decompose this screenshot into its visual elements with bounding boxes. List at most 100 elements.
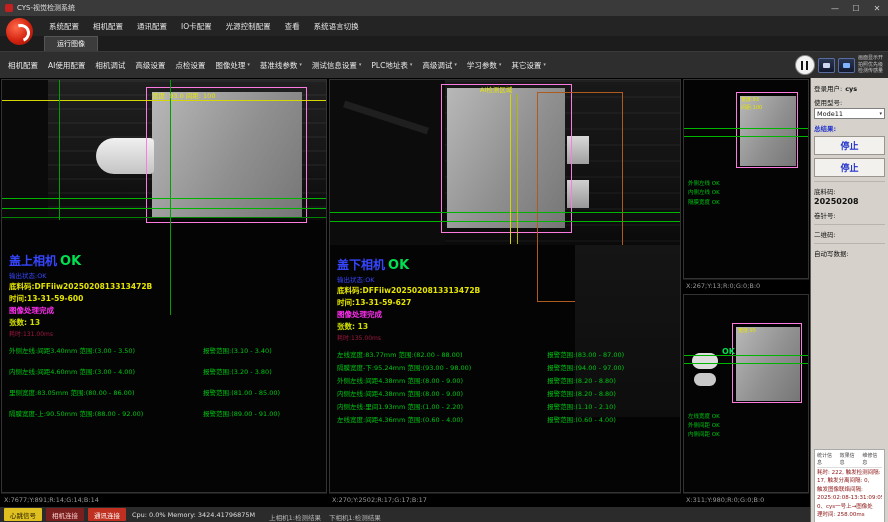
- camera-result-texts: 上相机1:检测结果下相机1:检测结果: [261, 505, 381, 522]
- thumb-roi-labels: 宽度:95: [738, 328, 756, 336]
- menu-item-1[interactable]: 系统配置: [42, 19, 86, 34]
- login-user-label: 登录用户:: [814, 83, 842, 93]
- stats-panel: 统计信息效果信息维修信息 耗时: 222, 触发检测间隔:17, 触发分离间隔:…: [814, 449, 885, 522]
- process-status: 图像处理完成: [9, 305, 322, 316]
- thumb-result-line: 内侧左线 OK: [688, 189, 720, 198]
- dropdown-arrow-icon: ▾: [499, 62, 502, 68]
- chevron-down-icon: ▾: [879, 111, 882, 117]
- thumb-result-line: 左线宽度 OK: [688, 413, 720, 422]
- views-row: 宽度: 93.0 间距: 100 盖上相机 OK 输出状态:OK 底料码:DFF…: [0, 78, 810, 506]
- toolbar-item-10[interactable]: 高级调试▾: [417, 58, 462, 73]
- tab-run-image[interactable]: 运行图像: [44, 36, 98, 51]
- dropdown-arrow-icon: ▾: [299, 62, 302, 68]
- roi-label-lower: AI检测区域: [480, 84, 512, 94]
- status-badges: 心跳信号相机连接通讯连接: [4, 508, 126, 521]
- toolbar-items: 相机配置AI使用配置相机调试高级设置点检设置图像处理▾基准线参数▾测试信息设置▾…: [3, 58, 551, 73]
- stats-line: 0、cys一号上→图像处: [817, 503, 882, 512]
- measurement-row: 左线宽度:83.77mm 范围:(82.00 - 88.00)报警范围:(83.…: [337, 349, 676, 359]
- model-select-value: Mode11: [817, 110, 843, 118]
- model-select[interactable]: Mode11 ▾: [814, 108, 885, 119]
- toolbar-item-5[interactable]: 点检设置: [170, 58, 210, 73]
- app-window: CYS-视觉检测系统 —☐✕ 系统配置相机配置通讯配置IO卡配置光源控制配置查看…: [0, 0, 888, 522]
- camera-view-button-2[interactable]: [838, 58, 855, 73]
- camera-result-text: 上相机1:检测结果: [269, 514, 321, 522]
- stats-tab-1[interactable]: 统计信息: [817, 452, 837, 466]
- measure-line-green: [330, 212, 680, 213]
- measurement-row: 外侧左线:间距4.38mm 范围:(8.00 - 9.00)报警范围:(8.20…: [337, 375, 676, 385]
- pause-icon: [801, 61, 808, 70]
- frame-count: 张数: 13: [337, 321, 676, 332]
- pixel-readout-thumb-top: X:267;Y:13;R:0;G:0;B:0: [683, 279, 809, 292]
- toolbar-item-8[interactable]: 测试信息设置▾: [307, 58, 367, 73]
- status-bar: 心跳信号相机连接通讯连接 Cpu: 0.0% Memory: 3424.4179…: [0, 506, 810, 522]
- alarm-range: 报警范围:(89.00 - 91.00): [203, 408, 322, 418]
- stats-line: 触发图像联络间隔:: [817, 486, 882, 495]
- measurement-value: 里侧宽度:83.05mm 范围:(80.00 - 86.00): [9, 387, 203, 397]
- pause-button[interactable]: [795, 55, 815, 75]
- camera-image-upper[interactable]: 宽度: 93.0 间距: 100 盖上相机 OK 输出状态:OK 底料码:DFF…: [1, 79, 327, 493]
- measurement-value: 左线宽度:83.77mm 范围:(82.00 - 88.00): [337, 349, 547, 359]
- total-result-label: 总结果:: [814, 123, 885, 133]
- dropdown-arrow-icon: ▾: [410, 62, 413, 68]
- toolbar: 相机配置AI使用配置相机调试高级设置点检设置图像处理▾基准线参数▾测试信息设置▾…: [0, 52, 888, 78]
- stats-tab-3[interactable]: 维修信息: [862, 452, 882, 466]
- divider: [814, 243, 885, 244]
- measure-line-green: [684, 355, 808, 356]
- thumb-ok-text: OK: [722, 347, 735, 356]
- stats-tab-2[interactable]: 效果信息: [840, 452, 860, 466]
- camera-result-ok: OK: [60, 254, 81, 269]
- maximize-button[interactable]: ☐: [850, 4, 862, 13]
- batch-code-label: 底料码:: [814, 186, 885, 196]
- status-badge: 通讯连接: [88, 508, 126, 521]
- divider: [814, 181, 885, 182]
- window-controls: — ☐ ✕: [829, 4, 883, 13]
- toolbar-item-4[interactable]: 高级设置: [130, 58, 170, 73]
- pixel-readout-thumb-bottom: X:311;Y:980;R:0;G:0;B:0: [683, 493, 809, 506]
- menu-item-2[interactable]: 相机配置: [86, 19, 130, 34]
- measure-line-green: [2, 217, 326, 218]
- toolbar-item-2[interactable]: AI使用配置: [43, 58, 90, 73]
- thumb-image-bottom[interactable]: OK 宽度:95 左线宽度 OK外侧间距 OK内侧间距 OK: [683, 294, 809, 494]
- batch-code-value: 20250208: [814, 197, 885, 206]
- toolbar-item-6[interactable]: 图像处理▾: [210, 58, 255, 73]
- result-overlay-upper: 盖上相机 OK 输出状态:OK 底料码:DFFiiw20250208133134…: [9, 252, 322, 418]
- measure-line-yellow-vertical: [510, 94, 511, 244]
- measure-line-green: [684, 128, 808, 129]
- thumb-roi-labels: 宽度:93间距:100: [741, 97, 762, 112]
- camera-image-lower[interactable]: AI检测区域 盖下相机 OK 输出状态:OK 底料码:DFFiiw2025020…: [329, 79, 681, 493]
- alarm-range: 报警范围:(94.00 - 97.00): [547, 362, 676, 372]
- measurement-row: 内侧左线:里间1.93mm 范围:(1.00 - 2.20)报警范围:(1.10…: [337, 401, 676, 411]
- menu-item-5[interactable]: 光源控制配置: [219, 19, 278, 34]
- alarm-range: 报警范围:(3.20 - 3.80): [203, 366, 322, 376]
- stats-line: 17, 触发分离间隔: 0,: [817, 477, 882, 486]
- toolbar-item-12[interactable]: 其它设置▾: [506, 58, 551, 73]
- stats-line: 耗时: 222, 触发检测间隔:: [817, 469, 882, 478]
- menu-items: 系统配置相机配置通讯配置IO卡配置光源控制配置查看系统语言切换: [42, 19, 366, 34]
- measurement-row: 里侧宽度:83.05mm 范围:(80.00 - 86.00)报警范围:(81.…: [9, 387, 322, 397]
- toolbar-item-3[interactable]: 相机调试: [90, 58, 130, 73]
- dropdown-arrow-icon: ▾: [543, 62, 546, 68]
- side-panel: 登录用户: cys 使用型号: Mode11 ▾ 总结果: 停止停止 底料码: …: [810, 78, 888, 522]
- thumb-image-top[interactable]: 宽度:93间距:100 外侧左线 OK内侧左线 OK隔膜宽度 OK: [683, 79, 809, 279]
- toolbar-item-11[interactable]: 学习参数▾: [462, 58, 507, 73]
- cpu-memory-text: Cpu: 0.0% Memory: 3424.41796875M: [132, 511, 255, 519]
- measurement-value: 外侧左线:间距4.38mm 范围:(8.00 - 9.00): [337, 375, 547, 385]
- toolbar-item-1[interactable]: 相机配置: [3, 58, 43, 73]
- app-logo: [6, 18, 33, 45]
- minimize-button[interactable]: —: [829, 4, 841, 13]
- menu-item-7[interactable]: 系统语言切换: [307, 19, 366, 34]
- menu-item-4[interactable]: IO卡配置: [174, 19, 219, 34]
- close-button[interactable]: ✕: [871, 4, 883, 13]
- toolbar-item-7[interactable]: 基准线参数▾: [255, 58, 307, 73]
- camera-result-name: 盖下相机: [337, 256, 385, 273]
- machinery-shadow: [2, 80, 48, 220]
- pixel-readout-lower: X:270;Y:2502;R:17;G:17;B:17: [329, 493, 681, 506]
- menu-item-3[interactable]: 通讯配置: [130, 19, 174, 34]
- camera-view-button-1[interactable]: [818, 58, 835, 73]
- measurement-rows-upper: 外侧左线:间距3.40mm 范围:(3.00 - 3.50)报警范围:(3.10…: [9, 345, 322, 418]
- menu-item-6[interactable]: 查看: [278, 19, 307, 34]
- toolbar-item-9[interactable]: PLC地址表▾: [366, 58, 417, 73]
- measurement-row: 隔膜宽度-上:90.50mm 范围:(88.00 - 92.00)报警范围:(8…: [9, 408, 322, 418]
- thumb-result-line: 外侧左线 OK: [688, 180, 720, 189]
- thumb-result-texts: 外侧左线 OK内侧左线 OK隔膜宽度 OK: [688, 180, 720, 208]
